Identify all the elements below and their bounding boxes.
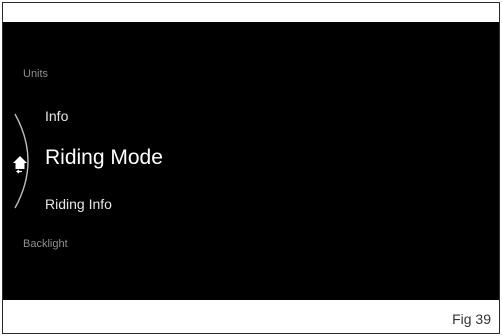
figure-caption: Fig 39 — [452, 311, 491, 327]
dashboard-screen: Units Info Riding Mode Riding Info Backl… — [3, 22, 499, 300]
figure-frame: Units Info Riding Mode Riding Info Backl… — [2, 2, 500, 334]
menu-item-backlight[interactable]: Backlight — [23, 238, 68, 250]
home-back-icon[interactable] — [11, 154, 29, 174]
menu-item-units[interactable]: Units — [23, 68, 48, 80]
menu-item-info[interactable]: Info — [45, 108, 68, 124]
menu-item-riding-info[interactable]: Riding Info — [45, 196, 112, 212]
menu-item-riding-mode-selected[interactable]: Riding Mode — [45, 146, 163, 170]
